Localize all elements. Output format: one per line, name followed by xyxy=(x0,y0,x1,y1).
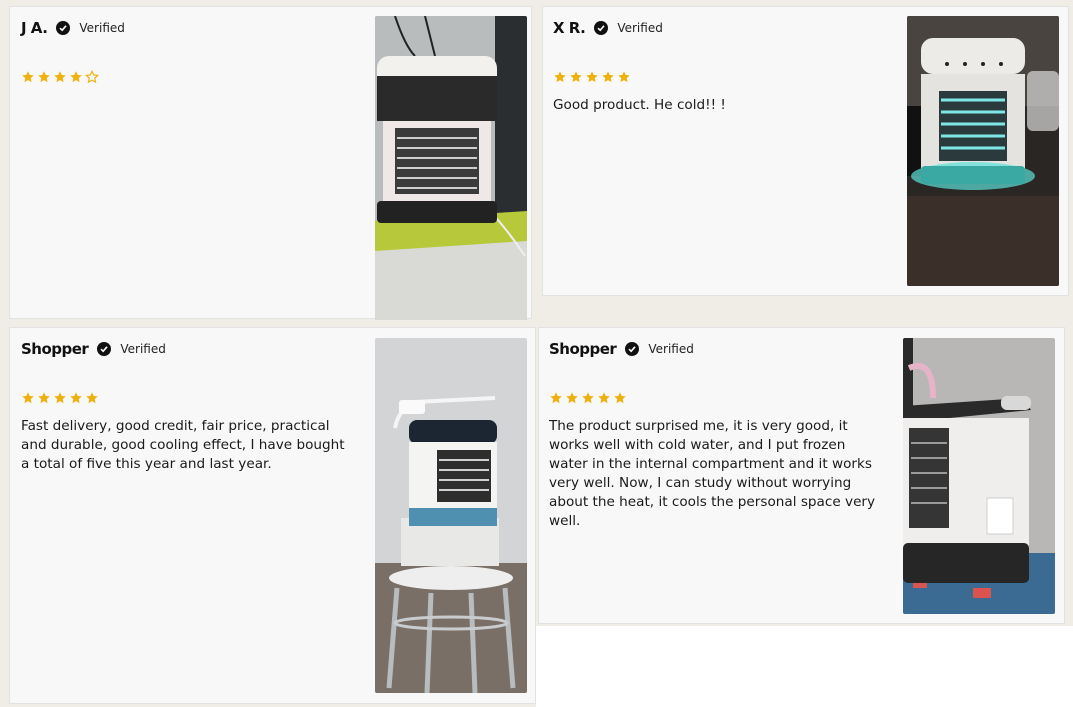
star-filled-icon xyxy=(565,391,579,405)
review-text: Good product. He cold!! ! xyxy=(553,97,726,113)
star-filled-icon xyxy=(613,391,627,405)
star-filled-icon xyxy=(601,70,615,84)
star-filled-icon xyxy=(69,70,83,84)
star-empty-icon xyxy=(85,70,99,84)
verified-check-icon xyxy=(594,21,609,35)
verified-label: Verified xyxy=(617,21,663,35)
star-filled-icon xyxy=(553,70,567,84)
verified-check-icon xyxy=(56,21,71,35)
review-card: X R. Verified Good product. He cold!! ! xyxy=(542,6,1069,296)
review-header: Shopper Verified xyxy=(549,340,694,358)
star-filled-icon xyxy=(549,391,563,405)
star-filled-icon xyxy=(53,70,67,84)
reviewer-name: X R. xyxy=(553,19,586,37)
review-text: The product surprised me, it is very goo… xyxy=(549,418,876,529)
verified-label: Verified xyxy=(648,342,694,356)
review-photo[interactable] xyxy=(375,16,527,320)
review-card: J A. Verified xyxy=(9,6,532,320)
star-filled-icon xyxy=(37,391,51,405)
review-text: Fast delivery, good credit, fair price, … xyxy=(21,418,345,472)
review-card: Shopper Verified Fast delivery, good cre… xyxy=(9,327,536,704)
star-filled-icon xyxy=(69,391,83,405)
star-filled-icon xyxy=(21,391,35,405)
star-rating xyxy=(549,391,627,405)
star-rating xyxy=(553,70,631,84)
reviewer-name: Shopper xyxy=(21,340,89,358)
star-filled-icon xyxy=(37,70,51,84)
star-filled-icon xyxy=(21,70,35,84)
review-header: X R. Verified xyxy=(553,19,663,37)
verified-label: Verified xyxy=(120,342,166,356)
star-filled-icon xyxy=(569,70,583,84)
verified-label: Verified xyxy=(79,21,125,35)
verified-check-icon xyxy=(625,342,640,356)
reviewer-name: Shopper xyxy=(549,340,617,358)
reviewer-name: J A. xyxy=(21,19,48,37)
star-filled-icon xyxy=(581,391,595,405)
review-header: Shopper Verified xyxy=(21,340,166,358)
star-rating xyxy=(21,70,99,84)
star-rating xyxy=(21,391,99,405)
review-header: J A. Verified xyxy=(21,19,125,37)
empty-area xyxy=(536,626,1073,707)
star-filled-icon xyxy=(585,70,599,84)
verified-check-icon xyxy=(97,342,112,356)
review-photo[interactable] xyxy=(907,16,1059,286)
star-filled-icon xyxy=(85,391,99,405)
star-filled-icon xyxy=(617,70,631,84)
star-filled-icon xyxy=(53,391,67,405)
review-photo[interactable] xyxy=(903,338,1055,614)
review-photo[interactable] xyxy=(375,338,527,693)
review-card: Shopper Verified The product surprised m… xyxy=(538,327,1065,624)
star-filled-icon xyxy=(597,391,611,405)
